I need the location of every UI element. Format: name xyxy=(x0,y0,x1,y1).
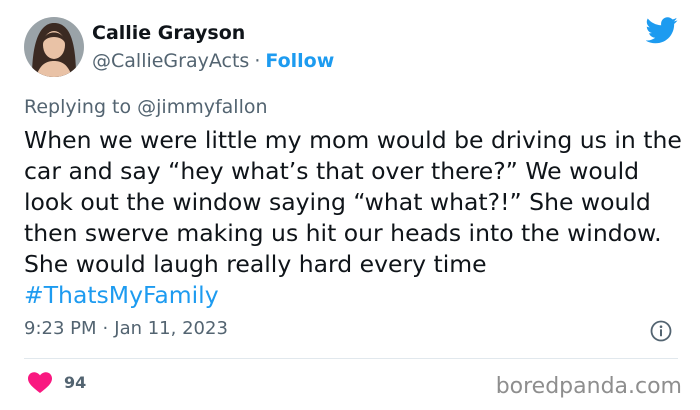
avatar-image xyxy=(24,17,84,77)
tweet-body: When we were little my mom would be driv… xyxy=(24,126,682,278)
info-icon[interactable] xyxy=(650,320,672,346)
avatar[interactable] xyxy=(24,17,84,77)
watermark: boredpanda.com xyxy=(495,374,682,399)
twitter-bird-icon[interactable] xyxy=(645,17,678,48)
like-action[interactable]: 94 xyxy=(28,372,86,393)
tweet-timestamp[interactable]: 9:23 PM · Jan 11, 2023 xyxy=(24,318,228,339)
handle-row: @CallieGrayActs · Follow xyxy=(92,50,334,72)
reply-mention-link[interactable]: @jimmyfallon xyxy=(137,96,267,118)
hashtag-link[interactable]: #ThatsMyFamily xyxy=(24,281,219,309)
replying-to: Replying to @jimmyfallon xyxy=(24,96,268,118)
tweet-time: 9:23 PM xyxy=(24,318,97,339)
author-handle[interactable]: @CallieGrayActs xyxy=(92,50,249,72)
separator-dot: · xyxy=(254,50,261,72)
timestamp-separator: · xyxy=(102,318,109,339)
replying-prefix: Replying to xyxy=(24,96,138,118)
tweet-date: Jan 11, 2023 xyxy=(114,318,228,339)
like-count: 94 xyxy=(64,373,87,392)
tweet-card: Callie Grayson @CallieGrayActs · Follow Re… xyxy=(0,0,700,410)
tweet-text: When we were little my mom would be driv… xyxy=(24,125,684,311)
divider xyxy=(24,358,678,359)
heart-icon[interactable] xyxy=(28,372,52,393)
author-name[interactable]: Callie Grayson xyxy=(92,22,245,44)
follow-button[interactable]: Follow xyxy=(265,50,334,72)
